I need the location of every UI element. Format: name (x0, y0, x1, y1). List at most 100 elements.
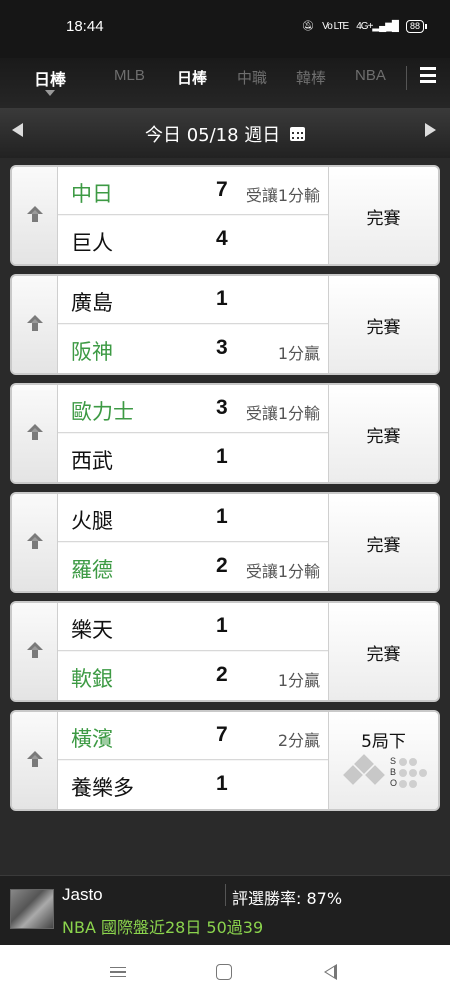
battery-icon: 88 (405, 20, 428, 33)
team-name: 養樂多 (71, 776, 134, 800)
signal-4g-icon: 4G+▂▄▆█ (356, 21, 399, 32)
game-card[interactable]: 火腿 1 羅德 2 受讓1分輸 完賽 (10, 492, 440, 593)
team-name: 阪神 (71, 340, 113, 364)
count-dot (399, 758, 407, 766)
game-card[interactable]: 歐力士 3 受讓1分輸 西武 1 完賽 (10, 383, 440, 484)
game-status-text: 完賽 (366, 536, 401, 556)
team-row-home[interactable]: 火腿 1 (58, 494, 328, 542)
volte-icon: Vo LTE (322, 21, 349, 32)
team-name: 廣島 (71, 291, 113, 315)
tab-nba[interactable]: NBA (355, 67, 386, 84)
calendar-icon[interactable] (290, 127, 306, 141)
team-score: 1 (216, 505, 228, 528)
game-status[interactable]: 完賽 (328, 494, 438, 591)
team-name: 歐力士 (71, 400, 134, 424)
avatar[interactable] (10, 889, 54, 929)
team-score: 1 (216, 772, 228, 795)
menu-icon[interactable] (420, 67, 436, 83)
tab-mlb[interactable]: MLB (114, 67, 145, 84)
team-row-home[interactable]: 樂天 1 (58, 603, 328, 651)
game-status[interactable]: 完賽 (328, 385, 438, 482)
game-status-text: 完賽 (366, 209, 401, 229)
team-name: 中日 (71, 182, 113, 206)
tab-npb[interactable]: 日棒 (177, 67, 207, 88)
game-status[interactable]: 完賽 (328, 276, 438, 373)
tab-divider (406, 66, 407, 90)
game-status[interactable]: 5局下 S B O (328, 712, 438, 809)
league-bar: 日棒 MLB 日棒 中職 韓棒 NBA (0, 58, 450, 108)
team-row-away[interactable]: 巨人 4 (58, 216, 328, 264)
team-score: 7 (216, 723, 228, 746)
pin-button[interactable] (12, 494, 58, 591)
team-row-away[interactable]: 阪神 3 1分贏 (58, 325, 328, 373)
home-icon[interactable] (216, 964, 232, 980)
recent-apps-icon[interactable] (108, 962, 128, 982)
handicap-result: 受讓1分輸 (245, 186, 320, 205)
strike-label: S (390, 756, 397, 766)
tipster-win-rate: 評選勝率: 87% (232, 889, 343, 908)
tipster-panel[interactable]: Jasto 評選勝率: 87% NBA 國際盤近28日 50過39 (0, 875, 450, 945)
game-status-text: 完賽 (366, 645, 401, 665)
count-dot (399, 769, 407, 777)
next-day-arrow-icon[interactable] (425, 123, 436, 137)
team-name: 火腿 (71, 509, 113, 533)
pin-button[interactable] (12, 167, 58, 264)
game-list: 中日 7 受讓1分輸 巨人 4 完賽 廣島 1 阪神 3 1分贏 完賽 歐力士 3 受讓1分輸 西武 1 完賽 火腿… (10, 165, 440, 819)
date-bar: 今日 05/18 週日 (0, 108, 450, 158)
game-card[interactable]: 樂天 1 軟銀 2 1分贏 完賽 (10, 601, 440, 702)
handicap-result: 1分贏 (277, 671, 320, 690)
game-card[interactable]: 橫濱 7 2分贏養樂多 1 5局下 S B O (10, 710, 440, 811)
game-status[interactable]: 完賽 (328, 603, 438, 700)
team-name: 橫濱 (71, 727, 113, 751)
pin-arrow-icon (25, 640, 45, 664)
game-status-text: 完賽 (366, 318, 401, 338)
league-selector[interactable]: 日棒 (34, 66, 66, 90)
team-score: 3 (216, 336, 228, 359)
team-row-away[interactable]: 羅德 2 受讓1分輸 (58, 543, 328, 591)
game-status[interactable]: 完賽 (328, 167, 438, 264)
date-picker[interactable]: 今日 05/18 週日 (0, 121, 450, 147)
team-name: 樂天 (71, 618, 113, 642)
team-row-away[interactable]: 養樂多 1 (58, 761, 328, 809)
pin-arrow-icon (25, 422, 45, 446)
team-name: 西武 (71, 449, 113, 473)
pin-button[interactable] (12, 712, 58, 809)
game-card[interactable]: 中日 7 受讓1分輸 巨人 4 完賽 (10, 165, 440, 266)
game-status-text: 完賽 (366, 427, 401, 447)
team-row-away[interactable]: 西武 1 (58, 434, 328, 482)
date-label: 今日 05/18 週日 (144, 125, 281, 146)
system-nav-bar (0, 945, 450, 1000)
team-row-home[interactable]: 歐力士 3 受讓1分輸 (58, 385, 328, 433)
out-label: O (390, 778, 398, 788)
handicap-result: 受讓1分輸 (245, 404, 320, 423)
count-dot (419, 769, 427, 777)
handicap-result: 受讓1分輸 (245, 562, 320, 581)
team-score: 2 (216, 663, 228, 686)
pin-button[interactable] (12, 276, 58, 373)
pin-arrow-icon (25, 204, 45, 228)
caret-down-icon[interactable] (45, 90, 55, 96)
team-name: 羅德 (71, 558, 113, 582)
tipster-record[interactable]: NBA 國際盤近28日 50過39 (62, 914, 263, 938)
tab-cpbl[interactable]: 中職 (237, 67, 267, 88)
sbo-indicator: SBO (337, 753, 432, 793)
tab-kbo[interactable]: 韓棒 (296, 67, 326, 88)
tipster-name[interactable]: Jasto (62, 885, 103, 905)
team-row-home[interactable]: 中日 7 受讓1分輸 (58, 167, 328, 215)
pin-arrow-icon (25, 531, 45, 555)
count-dot (409, 758, 417, 766)
game-status-text: 5局下 (361, 732, 406, 752)
mute-icon: 🔕︎ (301, 21, 315, 32)
pin-button[interactable] (12, 603, 58, 700)
team-row-away[interactable]: 軟銀 2 1分贏 (58, 652, 328, 700)
back-icon[interactable] (324, 964, 337, 980)
handicap-result: 2分贏 (277, 731, 320, 750)
count-dot (409, 769, 417, 777)
pin-button[interactable] (12, 385, 58, 482)
pin-arrow-icon (25, 313, 45, 337)
team-row-home[interactable]: 橫濱 7 2分贏 (58, 712, 328, 760)
team-score: 4 (216, 227, 228, 250)
team-row-home[interactable]: 廣島 1 (58, 276, 328, 324)
pin-arrow-icon (25, 749, 45, 773)
game-card[interactable]: 廣島 1 阪神 3 1分贏 完賽 (10, 274, 440, 375)
